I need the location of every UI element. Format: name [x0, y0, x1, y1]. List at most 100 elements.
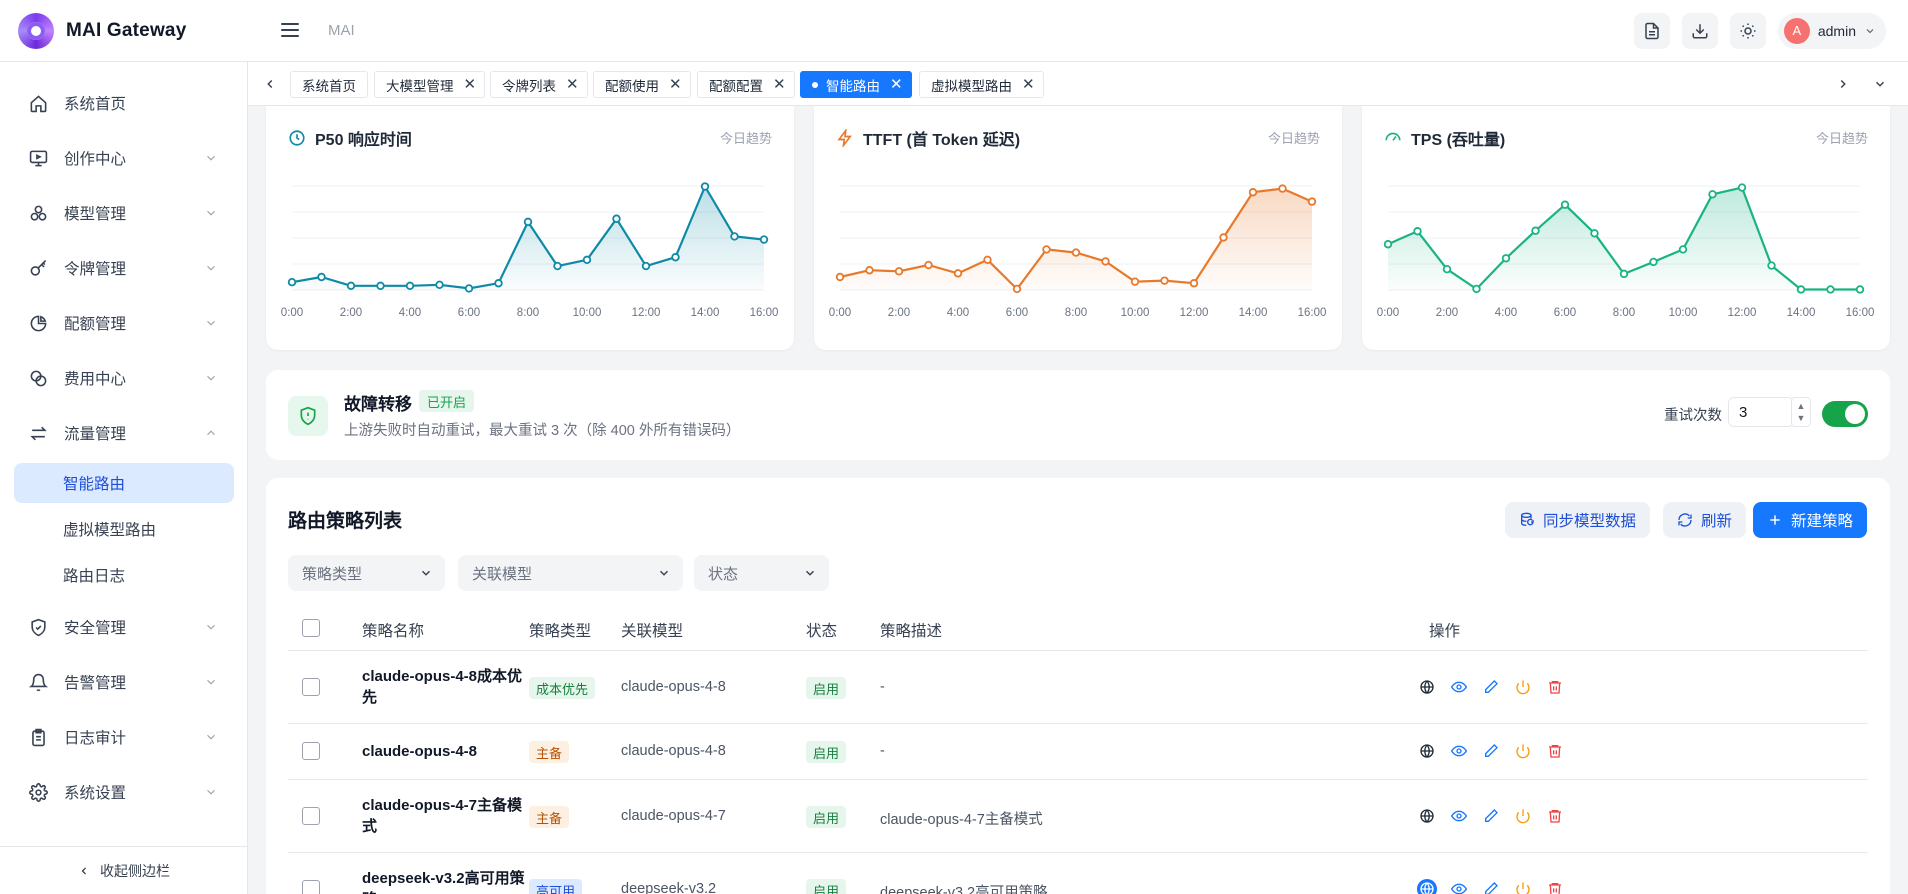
eye-icon[interactable]	[1449, 879, 1469, 894]
edit-icon[interactable]	[1481, 806, 1501, 826]
retry-count-input[interactable]	[1728, 397, 1794, 427]
strategy-name: claude-opus-4-7主备模式	[362, 797, 523, 835]
sidebar-item-alerts[interactable]: 告警管理	[14, 662, 234, 702]
document-button[interactable]	[1633, 12, 1670, 49]
sidebar-item-audit[interactable]: 日志审计	[14, 717, 234, 757]
close-icon[interactable]: ✕	[566, 77, 579, 92]
close-icon[interactable]: ✕	[669, 77, 682, 92]
sync-model-data-button[interactable]: 同步模型数据	[1505, 502, 1651, 538]
tab-quota-usage[interactable]: 配额使用 ✕	[593, 71, 691, 98]
trash-icon[interactable]	[1545, 806, 1565, 826]
stepper-up-icon[interactable]: ▲	[1797, 400, 1806, 412]
sidebar-item-billing[interactable]: 费用中心	[14, 358, 234, 398]
stepper-down-icon[interactable]: ▼	[1797, 412, 1806, 424]
sidebar-item-quota[interactable]: 配额管理	[14, 303, 234, 343]
retry-count-label: 重试次数	[1664, 408, 1722, 424]
sidebar-subitem-routing-logs[interactable]: 路由日志	[14, 555, 234, 595]
tab-quota-config[interactable]: 配额配置 ✕	[697, 71, 795, 98]
row-checkbox[interactable]	[302, 880, 320, 894]
edit-icon[interactable]	[1481, 879, 1501, 894]
row-checkbox[interactable]	[302, 742, 320, 760]
globe-icon[interactable]	[1417, 677, 1437, 697]
tab-bar: 系统首页 大模型管理 ✕ 令牌列表 ✕ 配额使用 ✕ 配额配置 ✕ 智能路由 ✕…	[248, 62, 1908, 106]
sidebar-item-settings[interactable]: 系统设置	[14, 772, 234, 812]
tab-scroll-right-button[interactable]	[1833, 74, 1853, 94]
status-badge: 启用	[806, 879, 847, 894]
power-icon[interactable]	[1513, 879, 1533, 894]
button-label: 新建策略	[1791, 513, 1854, 530]
trash-icon[interactable]	[1545, 677, 1565, 697]
sidebar-item-models[interactable]: 模型管理	[14, 193, 234, 233]
sidebar-item-label: 配额管理	[64, 316, 127, 333]
row-checkbox[interactable]	[302, 807, 320, 825]
table-row[interactable]: claude-opus-4-8 主备 claude-opus-4-8 启用 -	[288, 724, 1868, 780]
globe-icon[interactable]	[1417, 741, 1437, 761]
trash-icon[interactable]	[1545, 741, 1565, 761]
eye-icon[interactable]	[1449, 741, 1469, 761]
sidebar-item-creation[interactable]: 创作中心	[14, 138, 234, 178]
close-icon[interactable]: ✕	[1022, 77, 1035, 92]
eye-icon[interactable]	[1449, 677, 1469, 697]
strategy-description: deepseek-v3.2高可用策略	[880, 885, 1048, 894]
strategy-type-filter[interactable]: 策略类型	[288, 555, 445, 591]
home-icon	[28, 93, 48, 113]
column-header[interactable]: 策略类型	[529, 619, 591, 641]
power-icon[interactable]	[1513, 806, 1533, 826]
column-header[interactable]: 关联模型	[621, 619, 683, 641]
close-icon[interactable]: ✕	[773, 77, 786, 92]
brand[interactable]: MAI Gateway	[0, 12, 248, 49]
failover-toggle[interactable]	[1822, 401, 1868, 427]
data-point	[1307, 197, 1317, 206]
sidebar-item-traffic[interactable]: 流量管理	[14, 413, 234, 453]
tab-smart-routing[interactable]: 智能路由 ✕	[800, 71, 912, 98]
sidebar-item-label: 创作中心	[64, 151, 127, 168]
theme-toggle-button[interactable]	[1729, 12, 1766, 49]
column-header[interactable]: 策略描述	[880, 619, 942, 641]
chevron-down-icon	[207, 155, 215, 161]
retry-count-stepper[interactable]: ▲ ▼	[1791, 397, 1811, 427]
sidebar-subitem-virtual-routing[interactable]: 虚拟模型路由	[14, 509, 234, 549]
sidebar-item-label: 令牌管理	[64, 261, 127, 278]
power-icon[interactable]	[1513, 741, 1533, 761]
create-strategy-button[interactable]: 新建策略	[1753, 502, 1868, 538]
sidebar-item-tokens[interactable]: 令牌管理	[14, 248, 234, 288]
edit-icon[interactable]	[1481, 677, 1501, 697]
tab-home[interactable]: 系统首页	[290, 71, 368, 98]
refresh-button[interactable]: 刷新	[1663, 502, 1747, 538]
globe-icon[interactable]	[1417, 806, 1437, 826]
close-icon[interactable]: ✕	[890, 77, 903, 92]
sidebar-subitem-smart-routing[interactable]: 智能路由	[14, 463, 234, 503]
power-icon[interactable]	[1513, 677, 1533, 697]
eye-icon[interactable]	[1449, 806, 1469, 826]
breadcrumb[interactable]: MAI	[328, 22, 355, 39]
metric-trend-label: 今日趋势	[1815, 131, 1868, 146]
x-tick-label: 6:00	[458, 307, 480, 319]
edit-icon[interactable]	[1481, 741, 1501, 761]
sidebar-item-security[interactable]: 安全管理	[14, 607, 234, 647]
table-row[interactable]: deepseek-v3.2高可用策略 高可用 deepseek-v3.2 启用 …	[288, 853, 1868, 894]
row-checkbox[interactable]	[302, 678, 320, 696]
tab-virtual-routing[interactable]: 虚拟模型路由 ✕	[919, 71, 1044, 98]
x-tick-label: 10:00	[573, 307, 602, 319]
trash-icon[interactable]	[1545, 879, 1565, 894]
close-icon[interactable]: ✕	[464, 77, 477, 92]
status-filter[interactable]: 状态	[694, 555, 829, 591]
table-row[interactable]: claude-opus-4-8成本优先 成本优先 claude-opus-4-8…	[288, 651, 1868, 724]
tab-menu-button[interactable]	[1870, 74, 1890, 94]
user-menu[interactable]: A admin	[1777, 12, 1886, 49]
column-header[interactable]: 状态	[806, 619, 837, 641]
tab-token-list[interactable]: 令牌列表 ✕	[490, 71, 588, 98]
data-point	[1248, 188, 1258, 197]
select-all-checkbox[interactable]	[302, 619, 320, 637]
table-row[interactable]: claude-opus-4-7主备模式 主备 claude-opus-4-7 启…	[288, 780, 1868, 853]
linked-model-filter[interactable]: 关联模型	[458, 555, 683, 591]
download-button[interactable]	[1681, 12, 1718, 49]
tab-scroll-left-button[interactable]	[260, 74, 280, 94]
column-header[interactable]: 策略名称	[362, 619, 424, 641]
data-point	[1160, 276, 1169, 285]
hamburger-menu-icon[interactable]	[278, 18, 302, 44]
collapse-sidebar-button[interactable]: 收起侧边栏	[0, 846, 248, 894]
sidebar-item-home[interactable]: 系统首页	[14, 83, 234, 123]
tab-llm-management[interactable]: 大模型管理 ✕	[374, 71, 486, 98]
globe-icon[interactable]	[1417, 879, 1437, 894]
